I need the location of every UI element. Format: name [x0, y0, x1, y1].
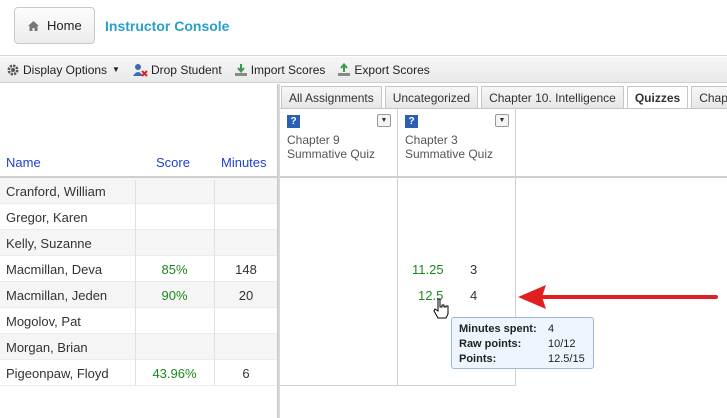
- drop-student-label: Drop Student: [150, 62, 222, 77]
- tooltip-row: Points: 12.5/15: [459, 353, 589, 365]
- chevron-down-icon[interactable]: ▼: [495, 114, 509, 127]
- tab-chapter-1[interactable]: Chapter 1: [691, 86, 727, 108]
- drop-student-button[interactable]: Drop Student: [132, 63, 222, 77]
- student-minutes: 20: [238, 288, 254, 303]
- export-scores-button[interactable]: Export Scores: [337, 62, 430, 77]
- student-score: 85%: [161, 262, 188, 277]
- drop-user-icon: [132, 63, 148, 77]
- export-icon: [338, 62, 351, 76]
- assignment-header: ? ▼ Chapter 9 Summative Quiz: [280, 109, 398, 178]
- student-name: Morgan, Brian: [6, 340, 88, 355]
- assignment-title: Chapter 3 Summative Quiz: [405, 133, 515, 161]
- student-minutes: 148: [235, 262, 257, 277]
- score-column-header[interactable]: Score: [156, 155, 190, 170]
- table-row[interactable]: Gregor, Karen: [0, 204, 277, 230]
- hand-cursor-icon: [433, 298, 449, 319]
- table-row[interactable]: Mogolov, Pat: [0, 308, 277, 334]
- table-row[interactable]: Macmillan, Deva 85% 148: [0, 256, 277, 282]
- table-row[interactable]: Macmillan, Jeden 90% 20: [0, 282, 277, 308]
- assignment-title: Chapter 9 Summative Quiz: [287, 133, 397, 161]
- tab-uncategorized[interactable]: Uncategorized: [384, 86, 479, 108]
- gear-icon: [7, 64, 19, 75]
- assignment-title-line: Summative Quiz: [405, 147, 494, 161]
- tab-all-assignments[interactable]: All Assignments: [281, 86, 382, 108]
- tooltip-label: Minutes spent:: [459, 323, 537, 335]
- student-score: 90%: [161, 288, 188, 303]
- table-row[interactable]: Morgan, Brian: [0, 334, 277, 360]
- student-grid-header: Name Score Minutes: [0, 84, 277, 178]
- name-column-header[interactable]: Name: [6, 155, 41, 170]
- table-row[interactable]: Kelly, Suzanne: [0, 230, 277, 256]
- assignment-points[interactable]: 11.25: [412, 262, 444, 277]
- student-name: Cranford, William: [6, 184, 106, 199]
- student-name: Macmillan, Jeden: [6, 288, 108, 303]
- chevron-down-icon: ▼: [112, 65, 120, 74]
- student-score: 43.96%: [152, 366, 197, 381]
- student-name: Kelly, Suzanne: [6, 236, 92, 251]
- page-title: Instructor Console: [105, 18, 230, 34]
- app-header: Home Instructor Console: [0, 0, 727, 56]
- assignment-title-line: Chapter 9: [287, 133, 340, 147]
- tooltip-row: Raw points: 10/12: [459, 338, 589, 350]
- column-divider: [397, 178, 398, 386]
- tooltip-value: 4: [548, 323, 555, 335]
- tab-chapter-10[interactable]: Chapter 10. Intelligence: [481, 86, 624, 108]
- red-arrow-icon: [518, 285, 718, 309]
- import-scores-label: Import Scores: [250, 62, 326, 77]
- column-divider: [135, 180, 136, 386]
- student-name: Macmillan, Deva: [6, 262, 103, 277]
- export-scores-label: Export Scores: [354, 62, 430, 77]
- import-scores-button[interactable]: Import Scores: [234, 62, 326, 77]
- import-icon: [234, 63, 247, 76]
- tooltip-value: 12.5/15: [548, 353, 585, 365]
- home-label: Home: [47, 18, 82, 33]
- minutes-column-header[interactable]: Minutes: [221, 155, 267, 170]
- display-options-label: Display Options: [23, 62, 108, 77]
- toolbar: Display Options ▼ Drop Student Import Sc…: [0, 57, 727, 83]
- student-name: Pigeonpaw, Floyd: [6, 366, 109, 381]
- student-name: Mogolov, Pat: [6, 314, 81, 329]
- tab-quizzes[interactable]: Quizzes: [626, 86, 689, 109]
- help-icon[interactable]: ?: [287, 115, 300, 128]
- tooltip-label: Points:: [459, 353, 497, 365]
- home-button[interactable]: Home: [14, 7, 95, 44]
- display-options-button[interactable]: Display Options ▼: [6, 63, 120, 77]
- home-icon: [28, 20, 39, 31]
- category-tabs: All Assignments Uncategorized Chapter 10…: [281, 86, 727, 109]
- assignment-minutes: 3: [470, 262, 478, 277]
- assignment-header: ? ▼ Chapter 3 Summative Quiz: [398, 109, 516, 178]
- tooltip-label: Raw points:: [459, 338, 522, 350]
- student-name: Gregor, Karen: [6, 210, 88, 225]
- grid-header-border: [280, 176, 727, 178]
- student-minutes: 6: [242, 366, 250, 381]
- grid-bottom-border: [280, 385, 516, 386]
- table-row[interactable]: Cranford, William: [0, 178, 277, 204]
- table-row[interactable]: Pigeonpaw, Floyd 43.96% 6: [0, 360, 277, 386]
- assignment-minutes: 4: [470, 288, 478, 303]
- help-icon[interactable]: ?: [405, 115, 418, 128]
- assignment-title-line: Summative Quiz: [287, 147, 376, 161]
- chevron-down-icon[interactable]: ▼: [377, 114, 391, 127]
- student-grid: Name Score Minutes Cranford, William Gre…: [0, 84, 277, 418]
- score-tooltip: Minutes spent: 4 Raw points: 10/12 Point…: [451, 317, 594, 369]
- tooltip-row: Minutes spent: 4: [459, 323, 589, 335]
- assignment-title-line: Chapter 3: [405, 133, 458, 147]
- column-divider: [214, 180, 215, 386]
- tooltip-value: 10/12: [548, 338, 576, 350]
